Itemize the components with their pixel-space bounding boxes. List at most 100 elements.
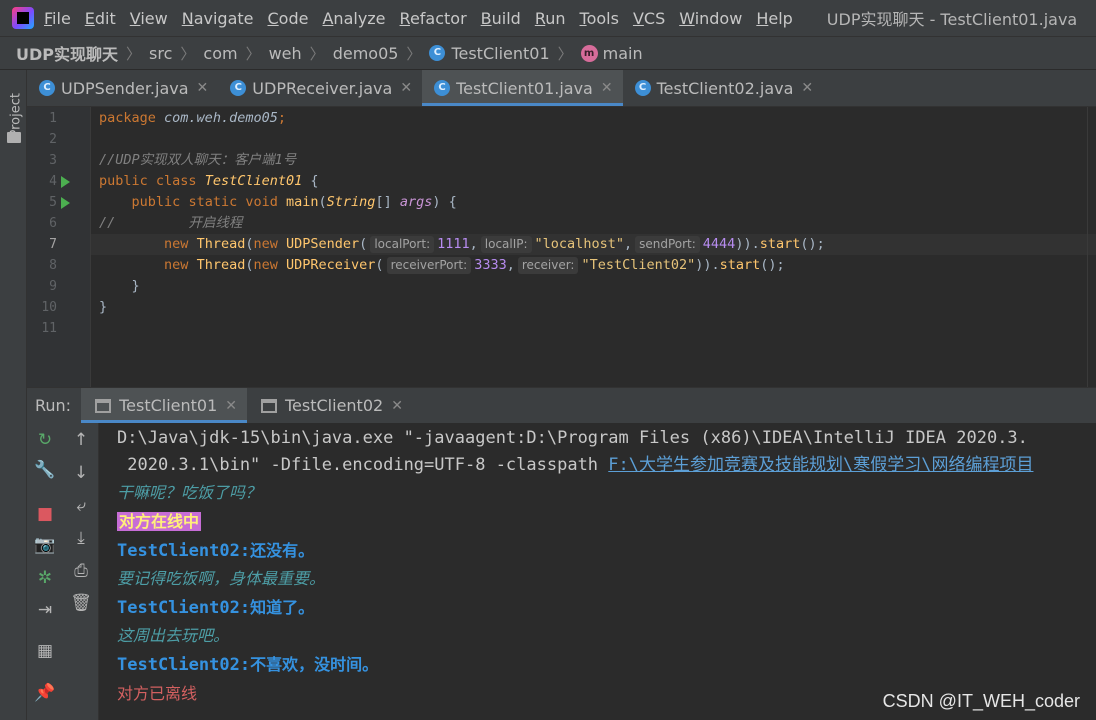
project-tab-label: Project (8, 93, 24, 138)
breadcrumb-com[interactable]: com (203, 44, 237, 63)
console-output[interactable]: D:\Java\jdk-15\bin\java.exe "-javaagent:… (99, 423, 1096, 720)
menu-help[interactable]: Help (756, 9, 792, 28)
line-number: 10 (41, 300, 57, 315)
rerun-icon[interactable]: ↻ (27, 425, 63, 455)
console-received-message: TestClient02:不喜欢，没时间。 (117, 655, 379, 675)
exit-icon[interactable]: ⇥ (27, 595, 63, 625)
breadcrumb-demo05[interactable]: demo05 (333, 44, 399, 63)
method-icon: m (580, 44, 598, 62)
run-tab-testclient02[interactable]: TestClient02 ✕ (247, 388, 413, 423)
breadcrumb: UDP实现聊天 〉 src 〉 com 〉 weh 〉 demo05 〉 C T… (0, 36, 1096, 70)
close-icon[interactable]: ✕ (391, 398, 403, 414)
class-icon: C (634, 80, 651, 96)
code-line-5: public static void main(String[] args) { (131, 194, 457, 210)
run-main-icon[interactable] (61, 197, 70, 209)
code-line-6: // 开启线程 (99, 215, 243, 231)
menu-refactor[interactable]: Refactor (400, 9, 467, 28)
menu-analyze[interactable]: Analyze (322, 9, 385, 28)
left-tool-strip: Project (0, 70, 27, 720)
run-tab-testclient01[interactable]: TestClient01 ✕ (81, 388, 247, 423)
menu-edit[interactable]: Edit (85, 9, 116, 28)
menu-tools[interactable]: Tools (580, 9, 619, 28)
close-icon[interactable]: ✕ (225, 398, 237, 414)
close-icon[interactable]: ✕ (400, 80, 412, 96)
camera-icon[interactable]: 📷 (27, 530, 63, 560)
param-hint: sendPort: (635, 236, 700, 253)
folder-icon[interactable] (7, 132, 21, 143)
line-number: 8 (49, 258, 57, 273)
menu-bar: File Edit View Navigate Code Analyze Ref… (0, 0, 1096, 36)
tab-udpsender[interactable]: C UDPSender.java ✕ (27, 70, 218, 106)
code-line-8: new Thread(new UDPReceiver(receiverPort:… (164, 257, 785, 274)
close-icon[interactable]: ✕ (601, 80, 613, 96)
console-received-message: TestClient02:知道了。 (117, 598, 315, 618)
param-hint: receiver: (517, 257, 579, 274)
class-icon: C (429, 45, 446, 61)
line-number: 11 (41, 321, 57, 336)
line-number: 5 (49, 195, 57, 210)
close-icon[interactable]: ✕ (801, 80, 813, 96)
run-class-icon[interactable] (61, 176, 70, 188)
breadcrumb-project[interactable]: UDP实现聊天 (16, 41, 118, 65)
layout-icon[interactable]: ▦ (27, 636, 63, 666)
intellij-logo-icon (12, 7, 34, 29)
line-number: 3 (49, 153, 57, 168)
console-sent-message: 要记得吃饭啊，身体最重要。 (117, 569, 326, 588)
close-icon[interactable]: ✕ (197, 80, 209, 96)
breadcrumb-class[interactable]: TestClient01 (451, 44, 549, 63)
arrow-down-icon[interactable]: ↓ (63, 458, 99, 488)
trash-icon[interactable]: 🗑 (63, 588, 99, 618)
print-icon[interactable]: ⎙ (63, 556, 99, 586)
line-number: 2 (49, 132, 57, 147)
run-toolbar-primary: ↻ 🔧 ■ 📷 ✲ ⇥ ▦ 📌 (27, 423, 63, 720)
chevron-right-icon: 〉 (180, 44, 196, 63)
console-sent-message: 干嘛呢？吃饭了吗？ (117, 483, 262, 502)
tab-testclient02[interactable]: C TestClient02.java ✕ (623, 70, 824, 106)
console-command-line-1: D:\Java\jdk-15\bin\java.exe "-javaagent:… (117, 428, 1028, 448)
menu-code[interactable]: Code (268, 9, 309, 28)
line-number: 6 (49, 216, 57, 231)
menu-vcs[interactable]: VCS (633, 9, 665, 28)
stop-icon[interactable]: ■ (27, 499, 63, 529)
code-editor[interactable]: 1 2 3 4 5 6 7 8 9 10 11 package com.weh.… (27, 107, 1096, 387)
pin-icon[interactable]: 📌 (27, 678, 63, 708)
run-tab-label: TestClient02 (285, 396, 384, 415)
classpath-link[interactable]: F:\大学生参加竞赛及技能规划\寒假学习\网络编程项目 (608, 455, 1033, 475)
wrench-icon[interactable]: 🔧 (27, 455, 63, 485)
menu-run[interactable]: Run (535, 9, 566, 28)
tab-label: UDPReceiver.java (252, 78, 393, 98)
menu-build[interactable]: Build (481, 9, 521, 28)
tab-label: UDPSender.java (61, 78, 189, 98)
menu-view[interactable]: View (130, 9, 168, 28)
menu-navigate[interactable]: Navigate (182, 9, 254, 28)
menu-file[interactable]: File (44, 9, 71, 28)
run-tab-label: TestClient01 (119, 396, 218, 415)
console-status-offline: 对方已离线 (117, 684, 198, 703)
breadcrumb-src[interactable]: src (149, 44, 172, 63)
code-line-4: public class TestClient01 { (99, 173, 319, 189)
class-icon: C (39, 80, 55, 96)
run-label: Run: (35, 396, 72, 415)
line-number: 4 (49, 174, 57, 189)
param-hint: localIP: (480, 236, 532, 253)
param-hint: localPort: (370, 236, 435, 253)
chevron-right-icon: 〉 (245, 44, 261, 63)
watermark: CSDN @IT_WEH_coder (882, 691, 1080, 711)
tab-udpreceiver[interactable]: C UDPReceiver.java ✕ (218, 70, 422, 106)
code-area[interactable]: package com.weh.demo05; //UDP实现双人聊天：客户端1… (91, 107, 1096, 387)
soft-wrap-icon[interactable]: ⤶ (63, 491, 99, 521)
arrow-up-icon[interactable]: ↑ (63, 425, 99, 455)
scroll-to-end-icon[interactable]: ⤓ (63, 523, 99, 553)
console-status-online: 对方在线中 (117, 509, 202, 535)
console-icon (261, 398, 277, 413)
breadcrumb-method[interactable]: main (603, 44, 643, 63)
status-badge: 对方在线中 (117, 512, 202, 531)
breadcrumb-weh[interactable]: weh (269, 44, 302, 63)
class-icon: C (434, 80, 451, 96)
code-line-3: //UDP实现双人聊天：客户端1号 (99, 152, 297, 168)
debug-bug-icon[interactable]: ✲ (27, 563, 63, 593)
code-line-9: } (131, 278, 140, 294)
menu-window[interactable]: Window (679, 9, 742, 28)
project-tool-tab[interactable]: Project (4, 80, 24, 140)
tab-testclient01[interactable]: C TestClient01.java ✕ (422, 70, 623, 106)
